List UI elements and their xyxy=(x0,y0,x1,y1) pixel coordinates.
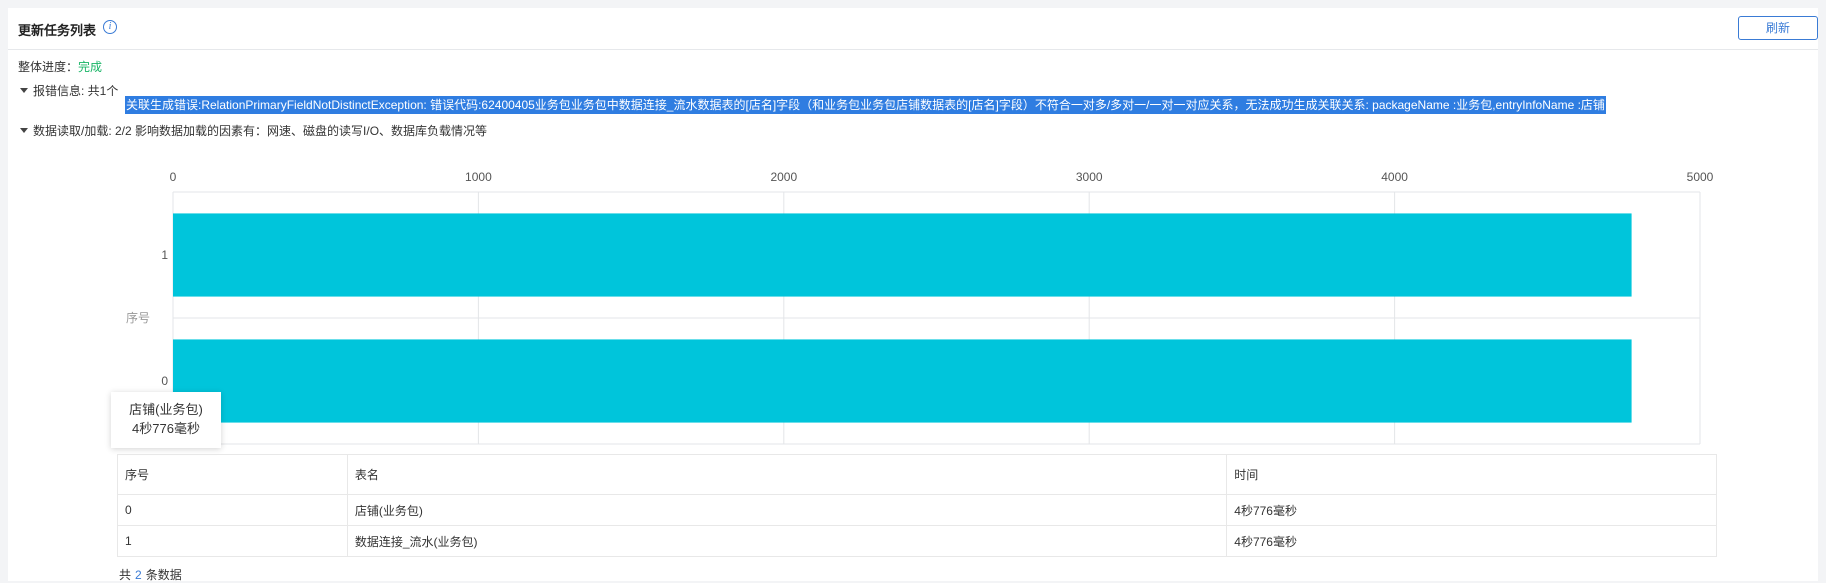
table-row[interactable]: 0 店铺(业务包) 4秒776毫秒 xyxy=(117,494,1717,526)
footer-count: 2 xyxy=(135,568,142,582)
column-header-time[interactable]: 时间 xyxy=(1226,454,1717,495)
x-tick-label: 4000 xyxy=(1381,170,1408,184)
footer-prefix: 共 xyxy=(119,568,132,582)
error-section-toggle[interactable]: 报错信息: 共1个 xyxy=(20,82,118,99)
panel-header: 更新任务列表 i 刷新 xyxy=(8,8,1818,50)
table-footer: 共 2 条数据 xyxy=(119,566,182,583)
caret-down-icon xyxy=(20,88,28,94)
error-message: 关联生成错误:RelationPrimaryFieldNotDistinctEx… xyxy=(125,96,1606,114)
y-tick-label: 1 xyxy=(161,248,168,262)
y-tick-label: 0 xyxy=(161,374,168,388)
error-summary: 报错信息: 共1个 xyxy=(33,84,119,98)
chart-tooltip: 店铺(业务包) 4秒776毫秒 xyxy=(111,392,221,448)
column-header-index[interactable]: 序号 xyxy=(117,454,348,495)
progress-label: 整体进度： xyxy=(18,60,79,74)
load-section-toggle[interactable]: 数据读取/加载: 2/2 影响数据加载的因素有：网速、磁盘的读写I/O、数据库负… xyxy=(20,122,487,139)
bar xyxy=(173,339,1632,423)
refresh-button[interactable]: 刷新 xyxy=(1738,16,1818,40)
cell-table-name: 数据连接_流水(业务包) xyxy=(346,525,1228,557)
footer-suffix: 条数据 xyxy=(145,568,182,582)
table-header-row: 序号 表名 时间 xyxy=(117,454,1717,495)
x-tick-label: 0 xyxy=(170,170,177,184)
table-row[interactable]: 1 数据连接_流水(业务包) 4秒776毫秒 xyxy=(117,525,1717,557)
load-time-bar-chart: 0 1000 2000 3000 4000 5000 1 0 序号 xyxy=(126,170,1714,445)
load-summary: 数据读取/加载: 2/2 影响数据加载的因素有：网速、磁盘的读写I/O、数据库负… xyxy=(33,124,488,138)
y-axis-label: 序号 xyxy=(126,310,150,325)
cell-table-name: 店铺(业务包) xyxy=(346,494,1228,526)
column-header-table-name[interactable]: 表名 xyxy=(346,454,1228,495)
bar xyxy=(173,213,1632,297)
page-title: 更新任务列表 xyxy=(18,23,97,38)
load-time-table: 序号 表名 时间 0 店铺(业务包) 4秒776毫秒 1 数据连接_流水(业务包… xyxy=(117,454,1717,557)
info-icon[interactable]: i xyxy=(103,20,117,34)
x-tick-label: 5000 xyxy=(1687,170,1714,184)
tooltip-value: 4秒776毫秒 xyxy=(132,421,200,436)
x-tick-label: 3000 xyxy=(1076,170,1103,184)
cell-index: 1 xyxy=(117,525,348,557)
cell-time: 4秒776毫秒 xyxy=(1226,525,1717,557)
overall-progress: 整体进度：完成 xyxy=(18,58,102,75)
cell-index: 0 xyxy=(117,494,348,526)
x-tick-label: 2000 xyxy=(770,170,797,184)
progress-status: 完成 xyxy=(78,60,103,74)
caret-down-icon xyxy=(20,128,28,134)
cell-time: 4秒776毫秒 xyxy=(1226,494,1717,526)
tooltip-name: 店铺(业务包) xyxy=(129,402,203,417)
x-tick-label: 1000 xyxy=(465,170,492,184)
